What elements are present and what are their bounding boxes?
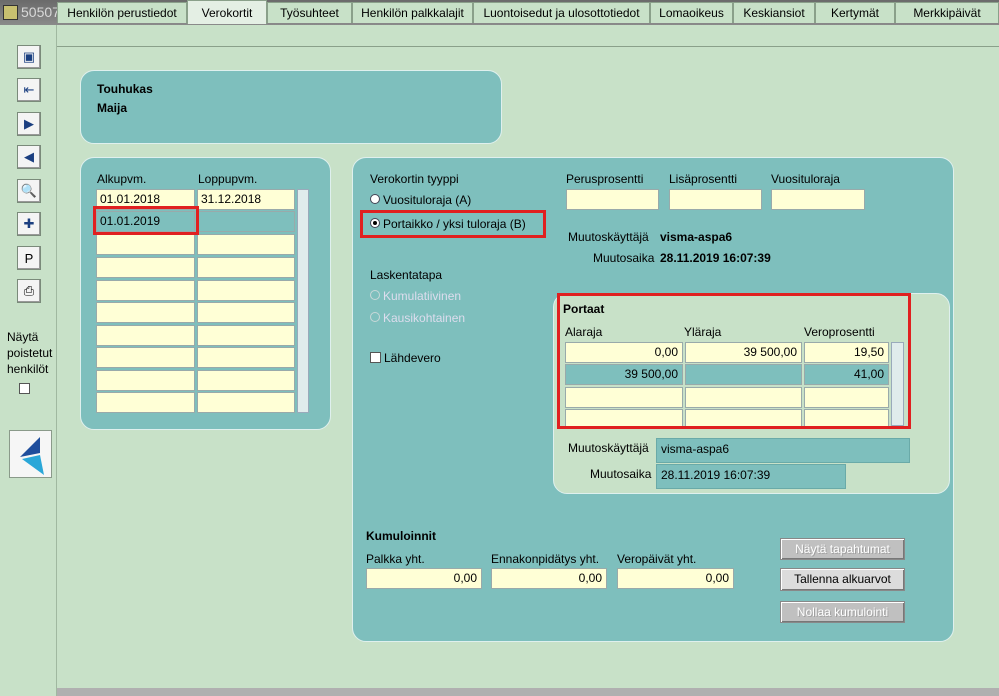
steps-modtime-value: 28.11.2019 16:07:39 (656, 464, 846, 489)
card-start-field-empty[interactable] (96, 257, 195, 278)
calc-method-label: Laskentatapa (370, 268, 443, 282)
highlight-box (557, 293, 911, 429)
next-icon[interactable]: ▶ (17, 112, 41, 136)
card-type-label: Verokortin tyyppi (370, 172, 459, 186)
salary-label: Palkka yht. (366, 552, 425, 566)
withholding-label: Lähdevero (384, 351, 441, 365)
vuosi-label: Vuosituloraja (771, 172, 840, 186)
calc-period-radio[interactable] (370, 312, 380, 322)
steps-modtime-label: Muutosaika (590, 467, 652, 481)
calc-cumulative-radio[interactable] (370, 290, 380, 300)
tab-merkkipaivat[interactable]: Merkkipäivät (895, 2, 999, 23)
modifier-label: Muutoskäyttäjä (568, 230, 649, 244)
highlight-box (360, 210, 546, 238)
tab-luontoisedut[interactable]: Luontoisedut ja ulosottotiedot (473, 2, 650, 23)
tab-keskiansiot[interactable]: Keskiansiot (733, 2, 815, 23)
perus-field[interactable] (566, 189, 659, 210)
status-bar (57, 688, 999, 696)
start-date-header: Alkupvm. (97, 172, 147, 186)
save-initial-button[interactable]: Tallenna alkuarvot (780, 568, 905, 591)
tab-palkkalajit[interactable]: Henkilön palkkalajit (352, 2, 473, 23)
withholding-checkbox[interactable] (370, 352, 381, 363)
cumulative-title: Kumuloinnit (366, 529, 436, 543)
modifier-value: visma-aspa6 (660, 230, 733, 244)
card-start-field-empty[interactable] (96, 347, 195, 368)
card-end-field-empty[interactable] (197, 347, 295, 368)
person-first-name: Maija (97, 101, 128, 115)
toolbar: ▣ ⇤ ▶ ◀ 🔍 ✚ P ⎙ Näytä poistetut henkilöt (0, 25, 57, 696)
type-a-label: Vuosituloraja (A) (383, 193, 472, 207)
tab-baseline (57, 46, 999, 47)
type-a-radio[interactable] (370, 194, 380, 204)
show-deleted-checkbox[interactable] (19, 383, 30, 394)
calc-cumulative-label: Kumulatiivinen (383, 289, 462, 303)
exit-icon[interactable]: ⇤ (17, 78, 41, 102)
tab-lomaoikeus[interactable]: Lomaoikeus (650, 2, 733, 23)
card-start-field-empty[interactable] (96, 234, 195, 255)
tab-kertymat[interactable]: Kertymät (815, 2, 895, 23)
card-end-field-empty[interactable] (197, 280, 295, 301)
print-icon[interactable]: ⎙ (17, 279, 41, 303)
card-list-scrollbar[interactable] (297, 189, 309, 413)
modtime-label: Muutosaika (593, 251, 655, 265)
highlight-box (93, 206, 199, 235)
salary-field[interactable]: 0,00 (366, 568, 482, 589)
card-end-field-selected[interactable] (197, 211, 295, 232)
card-end-field-empty[interactable] (197, 325, 295, 346)
modtime-value: 28.11.2019 16:07:39 (660, 251, 771, 265)
prepay-field[interactable]: 0,00 (491, 568, 607, 589)
p-button[interactable]: P (17, 246, 41, 270)
taxdays-label: Veropäivät yht. (617, 552, 697, 566)
tab-tyosuhteet[interactable]: Työsuhteet (267, 2, 352, 23)
end-date-header: Loppupvm. (198, 172, 258, 186)
steps-modifier-value: visma-aspa6 (656, 438, 910, 463)
tab-perustiedot[interactable]: Henkilön perustiedot (57, 2, 187, 23)
show-deleted-label: Näytä poistetut henkilöt (7, 330, 53, 376)
steps-modifier-label: Muutoskäyttäjä (568, 441, 649, 455)
vuosi-field[interactable] (771, 189, 865, 210)
reset-cumulative-button[interactable]: Nollaa kumulointi (780, 601, 905, 623)
calc-period-label: Kausikohtainen (383, 311, 466, 325)
card-end-field-empty[interactable] (197, 257, 295, 278)
card-start-field-empty[interactable] (96, 392, 195, 413)
save-icon[interactable]: ▣ (17, 45, 41, 69)
lisa-label: Lisäprosentti (669, 172, 738, 186)
visma-logo (9, 430, 52, 478)
tab-verokortit[interactable]: Verokortit (187, 0, 267, 24)
app-icon (3, 5, 18, 20)
lisa-field[interactable] (669, 189, 762, 210)
prev-icon[interactable]: ◀ (17, 145, 41, 169)
show-events-button[interactable]: Näytä tapahtumat (780, 538, 905, 560)
card-end-field-empty[interactable] (197, 302, 295, 323)
card-start-field-empty[interactable] (96, 280, 195, 301)
taxdays-field[interactable]: 0,00 (617, 568, 734, 589)
card-end-field[interactable]: 31.12.2018 (197, 189, 295, 210)
perus-label: Perusprosentti (566, 172, 644, 186)
card-start-field-empty[interactable] (96, 370, 195, 391)
card-start-field-empty[interactable] (96, 325, 195, 346)
card-end-field-empty[interactable] (197, 392, 295, 413)
card-end-field-empty[interactable] (197, 234, 295, 255)
card-start-field-empty[interactable] (96, 302, 195, 323)
prepay-label: Ennakonpidätys yht. (491, 552, 600, 566)
card-end-field-empty[interactable] (197, 370, 295, 391)
person-last-name: Touhukas (97, 82, 153, 96)
new-record-icon[interactable]: ✚ (17, 212, 41, 236)
search-icon[interactable]: 🔍 (17, 179, 41, 203)
